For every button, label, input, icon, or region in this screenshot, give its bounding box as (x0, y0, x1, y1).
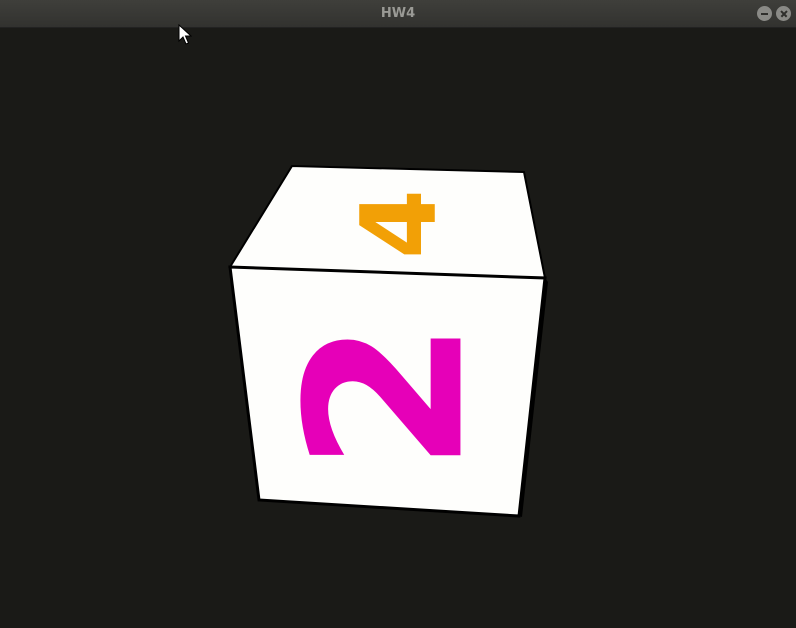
minimize-icon[interactable] (757, 6, 772, 21)
cube-render: 4 2 (228, 164, 548, 518)
cube-top-label: 4 (339, 189, 460, 259)
close-icon[interactable] (776, 6, 791, 21)
cube-front-label: 2 (262, 319, 512, 472)
title-bar[interactable]: HW4 (0, 0, 796, 28)
render-viewport[interactable]: 4 2 (0, 28, 796, 628)
mouse-pointer-icon (178, 24, 192, 45)
app-window: HW4 4 2 (0, 0, 796, 628)
window-title: HW4 (380, 6, 416, 21)
